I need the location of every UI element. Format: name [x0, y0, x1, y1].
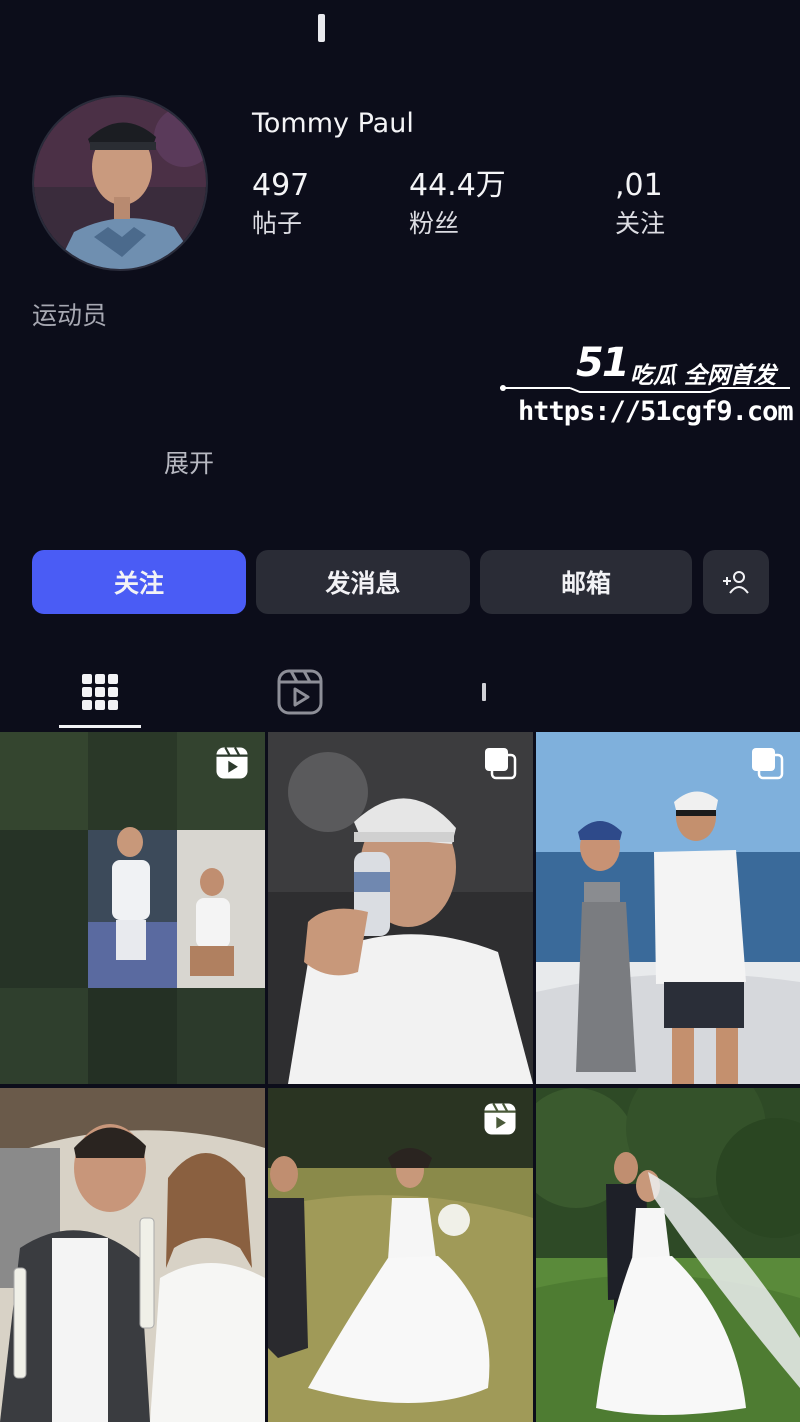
tagged-icon	[482, 683, 486, 701]
bio-category: 运动员	[32, 301, 108, 330]
post-tile[interactable]	[268, 1088, 533, 1422]
post-tile[interactable]	[536, 732, 800, 1084]
posts-label: 帖子	[252, 209, 303, 238]
active-tab-indicator	[59, 725, 141, 728]
email-button[interactable]: 邮箱	[480, 550, 692, 614]
stat-followers[interactable]: 44.4万 粉丝	[409, 168, 506, 240]
post-tile[interactable]	[0, 1088, 265, 1422]
post-image	[0, 732, 265, 1084]
following-count: ,01	[615, 168, 663, 203]
reels-icon	[277, 669, 323, 715]
post-tile[interactable]	[0, 732, 265, 1084]
suggest-people-button[interactable]	[703, 550, 769, 614]
followers-count: 44.4万	[409, 168, 506, 203]
post-image	[536, 1088, 800, 1422]
post-tile[interactable]	[536, 1088, 800, 1422]
post-image	[268, 732, 533, 1084]
watermark: 51 吃瓜 全网首发 https://51cgf9.com	[496, 340, 794, 440]
follow-button[interactable]: 关注	[32, 550, 246, 614]
tab-tagged[interactable]	[460, 656, 508, 728]
stat-posts[interactable]: 497 帖子	[252, 168, 309, 240]
post-tile[interactable]	[268, 732, 533, 1084]
message-button[interactable]: 发消息	[256, 550, 470, 614]
tab-posts-grid[interactable]	[59, 656, 141, 728]
posts-grid	[0, 732, 800, 1422]
carousel-badge-icon	[752, 748, 784, 780]
watermark-logo: 51	[576, 340, 630, 386]
avatar-image	[34, 97, 206, 269]
following-label: 关注	[615, 209, 666, 238]
add-person-icon	[723, 571, 749, 594]
post-image	[268, 1088, 533, 1422]
bio-expand-link[interactable]: 展开	[164, 444, 214, 480]
stat-following[interactable]: ,01 关注	[615, 168, 665, 240]
watermark-url: https://51cgf9.com	[518, 396, 794, 427]
tab-reels[interactable]	[260, 656, 340, 728]
grid-icon	[82, 674, 118, 710]
reel-badge-icon	[484, 1102, 516, 1135]
avatar[interactable]	[32, 95, 208, 271]
followers-label: 粉丝	[409, 209, 460, 238]
watermark-line	[500, 385, 790, 393]
posts-count: 497	[252, 168, 310, 203]
post-image	[536, 732, 800, 1084]
profile-username: Tommy Paul	[252, 108, 414, 139]
post-image	[0, 1088, 265, 1422]
carousel-badge-icon	[485, 748, 517, 780]
status-indicator	[318, 14, 325, 42]
reel-badge-icon	[216, 746, 248, 779]
